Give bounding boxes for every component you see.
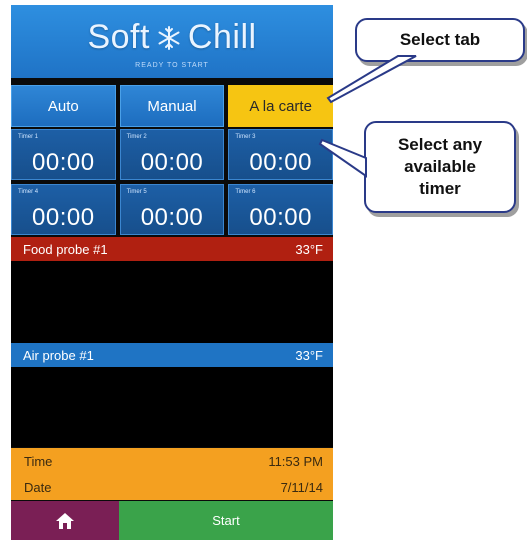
select-timer-line1: Select any: [397, 135, 483, 154]
timer-value: 00:00: [140, 149, 204, 176]
tab-auto[interactable]: Auto: [11, 85, 116, 127]
food-probe-header: Food probe #1 33°F: [11, 237, 333, 261]
timer-grid: Timer 1 00:00 Timer 2 00:00 Timer 3 00:0…: [11, 129, 333, 235]
timer-4[interactable]: Timer 4 00:00: [11, 184, 116, 235]
tab-a-la-carte[interactable]: A la carte: [228, 85, 334, 127]
status-text: READY TO START: [135, 62, 209, 69]
food-probe-label: Food probe #1: [23, 241, 108, 257]
timer-value: 00:00: [249, 204, 312, 231]
timer-label: Timer 6: [235, 189, 256, 195]
timer-1[interactable]: Timer 1 00:00: [11, 129, 116, 180]
select-timer-callout: Select any available timer: [364, 121, 516, 213]
app-title: Soft Chill: [11, 18, 333, 57]
mode-tabs: Auto Manual A la carte: [11, 85, 334, 127]
timer-3[interactable]: Timer 3 00:00: [228, 129, 333, 180]
app-title-left: Soft: [87, 18, 150, 56]
snowflake-icon: [158, 25, 180, 50]
timer-2[interactable]: Timer 2 00:00: [119, 129, 225, 180]
timer-value: 00:00: [249, 149, 312, 176]
air-probe-label: Air probe #1: [23, 347, 94, 363]
timer-label: Timer 4: [18, 189, 39, 195]
tab-manual[interactable]: Manual: [119, 85, 225, 127]
timer-label: Timer 5: [126, 189, 147, 195]
time-value: 11:53 PM: [268, 453, 323, 469]
app-header: Soft Chill READY TO START: [11, 5, 333, 78]
air-probe-graph-area: [11, 367, 333, 447]
select-tab-arrow: [326, 55, 417, 104]
time-row: Time 11:53 PM: [11, 448, 333, 474]
app-title-right: Chill: [187, 18, 257, 56]
timer-5[interactable]: Timer 5 00:00: [119, 184, 225, 235]
start-button[interactable]: Start: [119, 501, 333, 540]
air-probe-header: Air probe #1 33°F: [11, 343, 333, 367]
timer-value: 00:00: [32, 149, 95, 176]
air-probe-temp: 33°F: [295, 347, 323, 363]
chiller-screen: Soft Chill READY TO START Auto Manual A …: [11, 5, 334, 540]
timer-value: 00:00: [32, 204, 95, 231]
select-tab-callout: Select tab: [355, 18, 525, 62]
food-probe-temp: 33°F: [295, 241, 323, 257]
timer-value: 00:00: [140, 204, 204, 231]
timer-label: Timer 1: [18, 134, 39, 140]
time-date-panel: Time 11:53 PM Date 7/11/14: [11, 448, 333, 500]
time-label: Time: [24, 453, 53, 469]
home-button[interactable]: [11, 501, 119, 540]
date-value: 7/11/14: [280, 479, 323, 495]
food-probe-graph-area: [11, 261, 333, 343]
select-timer-line2: available: [404, 157, 476, 176]
date-row: Date 7/11/14: [11, 474, 333, 500]
timer-6[interactable]: Timer 6 00:00: [228, 184, 333, 235]
bottom-bar: Start: [11, 501, 333, 540]
timer-label: Timer 3: [235, 134, 256, 140]
home-icon: [56, 512, 74, 529]
date-label: Date: [24, 479, 52, 495]
select-timer-line3: timer: [419, 179, 461, 198]
timer-label: Timer 2: [126, 134, 147, 140]
